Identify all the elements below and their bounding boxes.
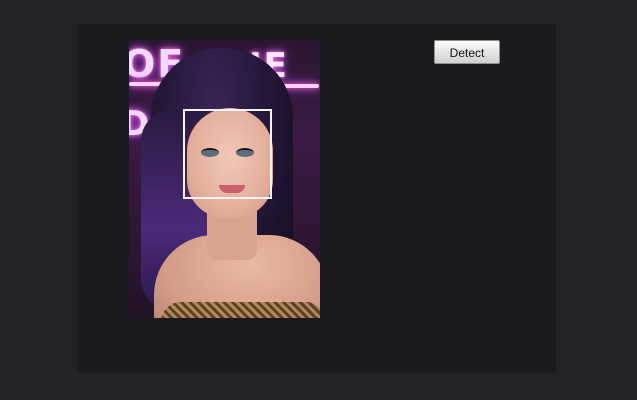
app-canvas: OE IE D Detect: [77, 24, 556, 373]
detect-button[interactable]: Detect: [434, 40, 500, 64]
face-detection-box: [183, 109, 272, 199]
input-photo: OE IE D: [129, 40, 320, 318]
dress: [161, 302, 320, 318]
